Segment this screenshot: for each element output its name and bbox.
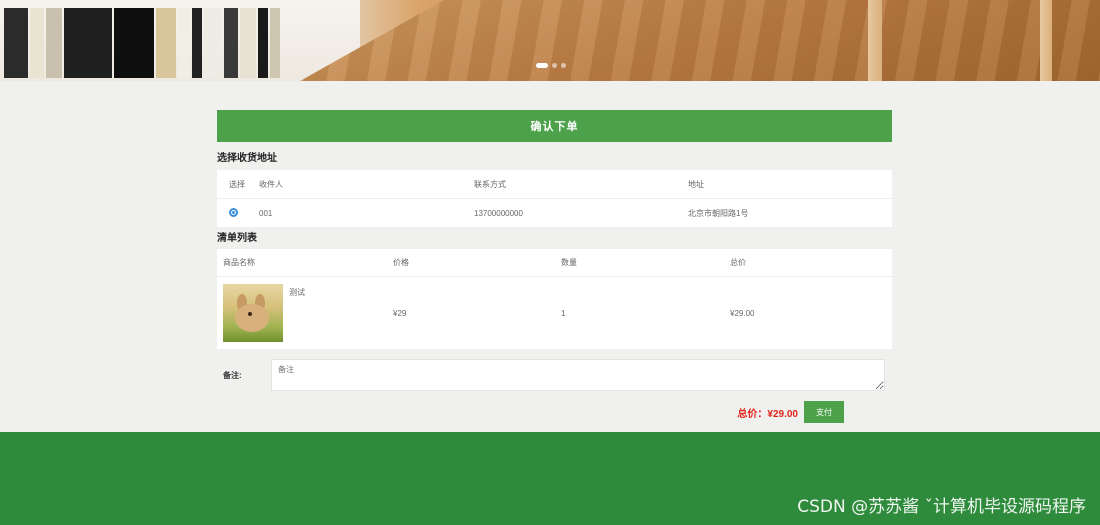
column-header-price: 价格	[393, 258, 409, 267]
rabbit-body-decoration	[235, 304, 269, 332]
wooden-floor-image	[300, 0, 1100, 81]
address-table: 选择 收件人 联系方式 地址 001 13700000000 北京市朝阳路1号	[217, 170, 892, 227]
address-text: 北京市朝阳路1号	[688, 208, 749, 218]
product-total: ¥29.00	[730, 308, 755, 318]
table-leg-decoration	[1040, 0, 1052, 81]
address-phone: 13700000000	[474, 208, 523, 218]
address-row[interactable]: 001 13700000000 北京市朝阳路1号	[217, 199, 892, 227]
rabbit-eye-decoration	[248, 312, 252, 316]
column-header-total: 总价	[730, 258, 746, 267]
column-header-product-name: 商品名称	[223, 258, 255, 267]
column-header-quantity: 数量	[561, 258, 577, 267]
items-table: 商品名称 价格 数量 总价 测试 ¥29 1 ¥29.00	[217, 249, 892, 349]
carousel-indicators[interactable]	[536, 63, 566, 68]
table-leg-decoration	[868, 0, 882, 81]
address-receiver: 001	[259, 208, 273, 218]
payment-row: 总价：¥29.00 支付	[217, 401, 892, 423]
csdn-watermark: CSDN @苏苏酱 ˇ计算机毕设源码程序	[797, 497, 1086, 517]
carousel-dot-1[interactable]	[536, 63, 548, 68]
order-confirm-panel: 确认下单 选择收货地址 选择 收件人 联系方式 地址 001 137000000…	[217, 110, 892, 423]
order-title: 确认下单	[530, 121, 579, 133]
product-cell: 测试	[223, 284, 393, 342]
product-quantity: 1	[561, 308, 566, 318]
items-table-header: 商品名称 价格 数量 总价	[217, 249, 892, 277]
pay-button[interactable]: 支付	[804, 401, 844, 423]
column-header-select: 选择	[229, 179, 245, 189]
items-section-title: 清单列表	[217, 233, 257, 244]
column-header-phone: 联系方式	[474, 179, 506, 189]
product-price: ¥29	[393, 308, 407, 318]
address-table-header: 选择 收件人 联系方式 地址	[217, 170, 892, 199]
books-decoration	[4, 8, 280, 78]
address-section-title: 选择收货地址	[217, 152, 277, 164]
footer: CSDN @苏苏酱 ˇ计算机毕设源码程序	[0, 432, 1100, 525]
item-row: 测试 ¥29 1 ¥29.00	[217, 277, 892, 349]
product-thumbnail[interactable]	[223, 284, 283, 342]
order-header: 确认下单	[217, 110, 892, 142]
order-total: 总价：¥29.00	[737, 408, 798, 420]
remark-label: 备注:	[223, 370, 242, 380]
carousel-dot-2[interactable]	[552, 63, 557, 68]
product-name[interactable]: 测试	[289, 287, 305, 298]
bookshelf-image	[0, 0, 360, 81]
column-header-address: 地址	[688, 179, 704, 189]
address-select-cell[interactable]	[229, 207, 259, 219]
remark-textarea[interactable]	[271, 359, 885, 391]
banner-carousel[interactable]	[0, 0, 1100, 81]
remark-row: 备注:	[217, 357, 892, 393]
carousel-dot-3[interactable]	[561, 63, 566, 68]
address-radio-button[interactable]	[229, 207, 238, 217]
column-header-receiver: 收件人	[259, 179, 283, 189]
